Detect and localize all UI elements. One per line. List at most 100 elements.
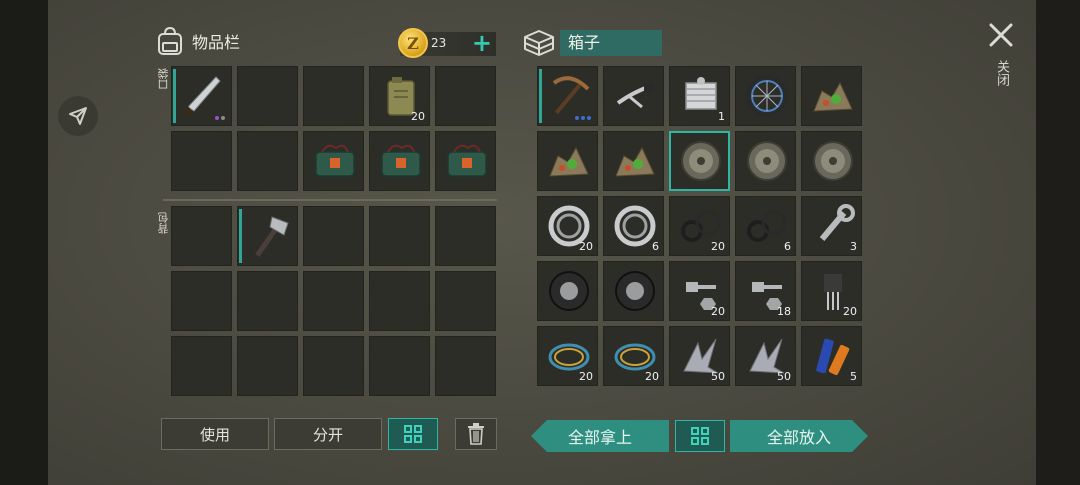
item-slot[interactable]: 20 [537,326,598,386]
item-slot[interactable] [801,131,862,191]
item-slot[interactable]: 18 [735,261,796,321]
coin-count: 23 [431,36,447,50]
split-button[interactable]: 分开 [274,418,382,450]
item-slot[interactable]: 20 [369,66,430,126]
item-slot[interactable] [537,66,598,126]
item-count: 20 [711,240,725,253]
brake-drum-icon [681,141,721,181]
empty-slot[interactable] [303,206,364,266]
pickaxe-icon [552,76,590,115]
item-slot[interactable]: 20 [603,326,664,386]
empty-slot[interactable] [171,131,232,191]
item-slot[interactable] [603,131,664,191]
item-slot[interactable]: 6 [603,196,664,256]
brake-drum-icon [747,141,787,181]
item-count: 1 [718,110,725,123]
durability-dots [215,116,225,120]
item-count: 6 [652,240,659,253]
item-count: 20 [645,370,659,383]
item-count: 5 [850,370,857,383]
item-slot[interactable] [669,131,730,191]
pocket-label: 口袋 [157,68,170,90]
bike-wheel-icon [746,75,788,117]
sort-box-button[interactable] [675,420,725,452]
item-count: 20 [579,240,593,253]
empty-slot[interactable] [303,271,364,331]
item-slot[interactable] [537,261,598,321]
item-slot[interactable] [537,131,598,191]
empty-slot[interactable] [369,271,430,331]
handlebar-icon [616,83,654,109]
empty-slot[interactable] [435,271,496,331]
item-slot[interactable] [735,131,796,191]
empty-slot[interactable] [303,66,364,126]
left-edge [0,0,48,485]
item-count: 6 [784,240,791,253]
empty-slot[interactable] [435,336,496,396]
box-title: 箱子 [560,30,662,56]
item-slot[interactable]: 5 [801,326,862,386]
empty-slot[interactable] [237,271,298,331]
item-count: 20 [843,305,857,318]
navigate-button[interactable] [58,96,98,136]
item-slot[interactable] [171,66,232,126]
item-slot[interactable] [237,206,298,266]
item-slot[interactable] [603,66,664,126]
ore-pile-icon [549,146,589,177]
item-slot[interactable] [801,66,862,126]
item-slot[interactable]: 6 [735,196,796,256]
explosive-pack-icon [315,144,355,177]
close-label[interactable]: 关闭 [992,60,1011,86]
box-grid: 1 20 6 20 6 3 20 18 20 20 20 50 50 5 [537,66,862,386]
machete-icon [183,76,221,118]
use-button[interactable]: 使用 [161,418,269,450]
empty-slot[interactable] [171,271,232,331]
item-count: 50 [777,370,791,383]
item-count: 20 [579,370,593,383]
item-slot[interactable]: 3 [801,196,862,256]
hatchet-icon [255,216,289,257]
item-slot[interactable]: 50 [735,326,796,386]
empty-slot[interactable] [237,131,298,191]
delete-button[interactable] [455,418,497,450]
item-slot[interactable] [303,131,364,191]
empty-slot[interactable] [369,336,430,396]
item-slot[interactable]: 20 [801,261,862,321]
put-all-button[interactable]: 全部放入 [730,420,868,452]
backpack-icon [158,26,182,55]
close-icon[interactable] [988,22,1014,48]
crate-icon [524,30,554,56]
grid-sort-icon [404,425,422,443]
item-slot[interactable] [369,131,430,191]
empty-slot[interactable] [171,336,232,396]
item-slot[interactable]: 20 [669,261,730,321]
item-slot[interactable]: 50 [669,326,730,386]
ore-pile-icon [615,146,655,177]
item-slot[interactable] [603,261,664,321]
explosive-pack-icon [381,144,421,177]
item-slot[interactable] [735,66,796,126]
empty-slot[interactable] [435,206,496,266]
tire-icon [615,271,655,311]
empty-slot[interactable] [369,206,430,266]
empty-slot[interactable] [237,336,298,396]
paper-plane-icon [69,107,87,125]
item-slot[interactable]: 1 [669,66,730,126]
empty-slot[interactable] [303,336,364,396]
empty-slot[interactable] [435,66,496,126]
item-slot[interactable] [435,131,496,191]
durability-dots [575,116,591,120]
take-all-button[interactable]: 全部拿上 [531,420,669,452]
right-edge [1036,0,1080,485]
backpack-grid [171,206,496,396]
empty-slot[interactable] [171,206,232,266]
item-slot[interactable]: 20 [669,196,730,256]
sort-inventory-button[interactable] [388,418,438,450]
trash-icon [468,423,484,445]
item-slot[interactable]: 20 [537,196,598,256]
coin-icon: Z [398,28,428,58]
empty-slot[interactable] [237,66,298,126]
explosive-pack-icon [447,144,487,177]
add-coins-button[interactable]: + [472,31,492,55]
inventory-header: 物品栏 [156,26,240,56]
